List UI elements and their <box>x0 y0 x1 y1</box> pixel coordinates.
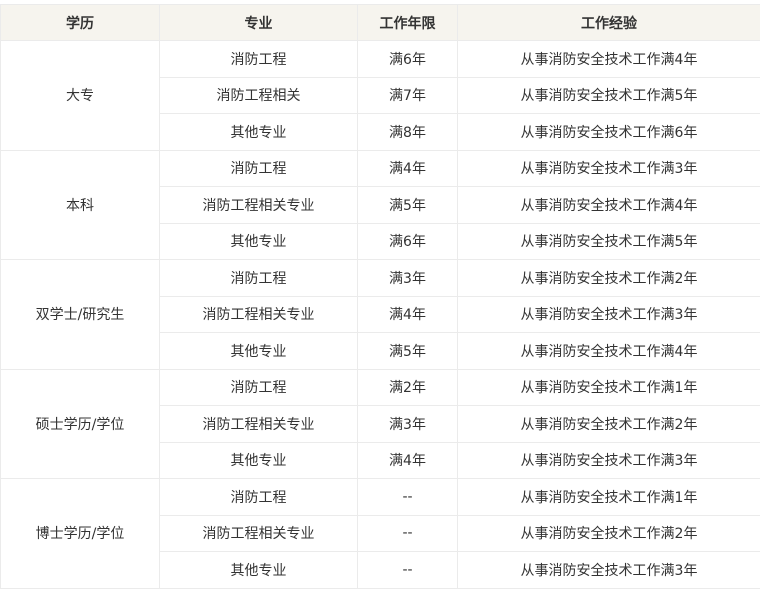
education-cell: 硕士学历/学位 <box>0 368 160 479</box>
major-cell: 消防工程相关专业 <box>159 405 358 443</box>
major-cell: 其他专业 <box>159 332 358 370</box>
years-cell: -- <box>357 478 458 516</box>
table-row: 硕士学历/学位 消防工程 满2年 从事消防安全技术工作满1年 <box>0 368 760 479</box>
education-cell: 本科 <box>0 149 160 260</box>
experience-cell: 从事消防安全技术工作满4年 <box>457 332 760 370</box>
years-cell: -- <box>357 551 458 589</box>
experience-cell: 从事消防安全技术工作满1年 <box>457 368 760 406</box>
experience-cell: 从事消防安全技术工作满3年 <box>457 295 760 333</box>
header-years: 工作年限 <box>357 4 458 41</box>
years-cell: 满5年 <box>357 332 458 370</box>
years-cell: 满4年 <box>357 441 458 479</box>
table-header: 学历 专业 工作年限 工作经验 <box>0 4 760 41</box>
experience-cell: 从事消防安全技术工作满2年 <box>457 259 760 297</box>
major-cell: 消防工程 <box>159 368 358 406</box>
years-cell: 满7年 <box>357 76 458 114</box>
experience-cell: 从事消防安全技术工作满6年 <box>457 113 760 151</box>
major-cell: 消防工程相关 <box>159 76 358 114</box>
major-cell: 消防工程 <box>159 40 358 78</box>
major-cell: 消防工程相关专业 <box>159 514 358 552</box>
experience-cell: 从事消防安全技术工作满3年 <box>457 149 760 187</box>
major-cell: 其他专业 <box>159 441 358 479</box>
table-row: 博士学历/学位 消防工程 -- 从事消防安全技术工作满1年 <box>0 478 760 589</box>
years-cell: 满3年 <box>357 405 458 443</box>
years-cell: 满2年 <box>357 368 458 406</box>
table-row: 本科 消防工程 满4年 从事消防安全技术工作满3年 <box>0 149 760 260</box>
table-row: 双学士/研究生 消防工程 满3年 从事消防安全技术工作满2年 <box>0 259 760 370</box>
table-row: 大专 消防工程 满6年 从事消防安全技术工作满4年 <box>0 40 760 151</box>
years-cell: 满4年 <box>357 295 458 333</box>
experience-cell: 从事消防安全技术工作满4年 <box>457 186 760 224</box>
years-cell: 满6年 <box>357 40 458 78</box>
education-cell: 博士学历/学位 <box>0 478 160 589</box>
experience-cell: 从事消防安全技术工作满2年 <box>457 405 760 443</box>
requirements-table: 学历 专业 工作年限 工作经验 大专 消防工程 满6年 从事消防安全技术工作满4… <box>0 4 760 589</box>
header-row: 学历 专业 工作年限 工作经验 <box>0 4 760 41</box>
years-cell: 满4年 <box>357 149 458 187</box>
page: 学历 专业 工作年限 工作经验 大专 消防工程 满6年 从事消防安全技术工作满4… <box>0 0 760 602</box>
years-cell: 满5年 <box>357 186 458 224</box>
experience-cell: 从事消防安全技术工作满1年 <box>457 478 760 516</box>
years-cell: 满3年 <box>357 259 458 297</box>
header-education: 学历 <box>0 4 160 41</box>
major-cell: 消防工程 <box>159 149 358 187</box>
years-cell: 满6年 <box>357 222 458 260</box>
experience-cell: 从事消防安全技术工作满2年 <box>457 514 760 552</box>
major-cell: 其他专业 <box>159 222 358 260</box>
experience-cell: 从事消防安全技术工作满5年 <box>457 76 760 114</box>
experience-cell: 从事消防安全技术工作满4年 <box>457 40 760 78</box>
experience-cell: 从事消防安全技术工作满3年 <box>457 551 760 589</box>
major-cell: 消防工程 <box>159 259 358 297</box>
years-cell: 满8年 <box>357 113 458 151</box>
experience-cell: 从事消防安全技术工作满3年 <box>457 441 760 479</box>
experience-cell: 从事消防安全技术工作满5年 <box>457 222 760 260</box>
major-cell: 消防工程 <box>159 478 358 516</box>
header-experience: 工作经验 <box>457 4 760 41</box>
education-cell: 双学士/研究生 <box>0 259 160 370</box>
major-cell: 其他专业 <box>159 113 358 151</box>
major-cell: 消防工程相关专业 <box>159 186 358 224</box>
major-cell: 其他专业 <box>159 551 358 589</box>
education-cell: 大专 <box>0 40 160 151</box>
table-body: 大专 消防工程 满6年 从事消防安全技术工作满4年 消防工程相关 满7年 从事消… <box>0 40 760 589</box>
header-major: 专业 <box>159 4 358 41</box>
major-cell: 消防工程相关专业 <box>159 295 358 333</box>
years-cell: -- <box>357 514 458 552</box>
